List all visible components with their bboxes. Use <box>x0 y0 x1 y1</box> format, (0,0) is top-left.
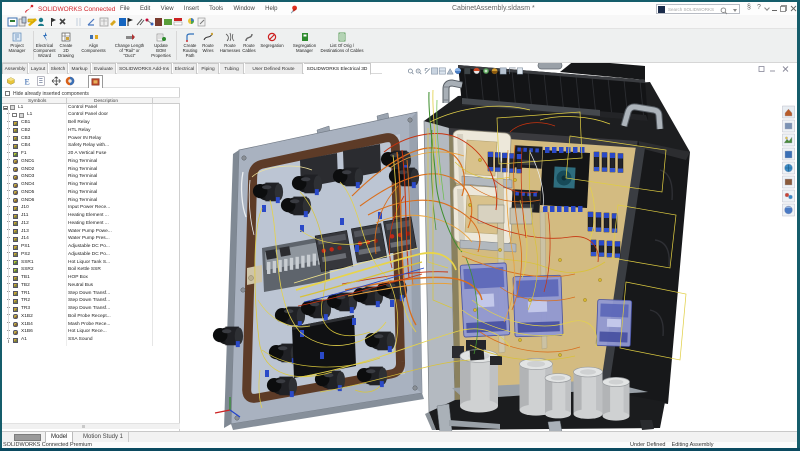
svg-text:E: E <box>25 76 30 86</box>
